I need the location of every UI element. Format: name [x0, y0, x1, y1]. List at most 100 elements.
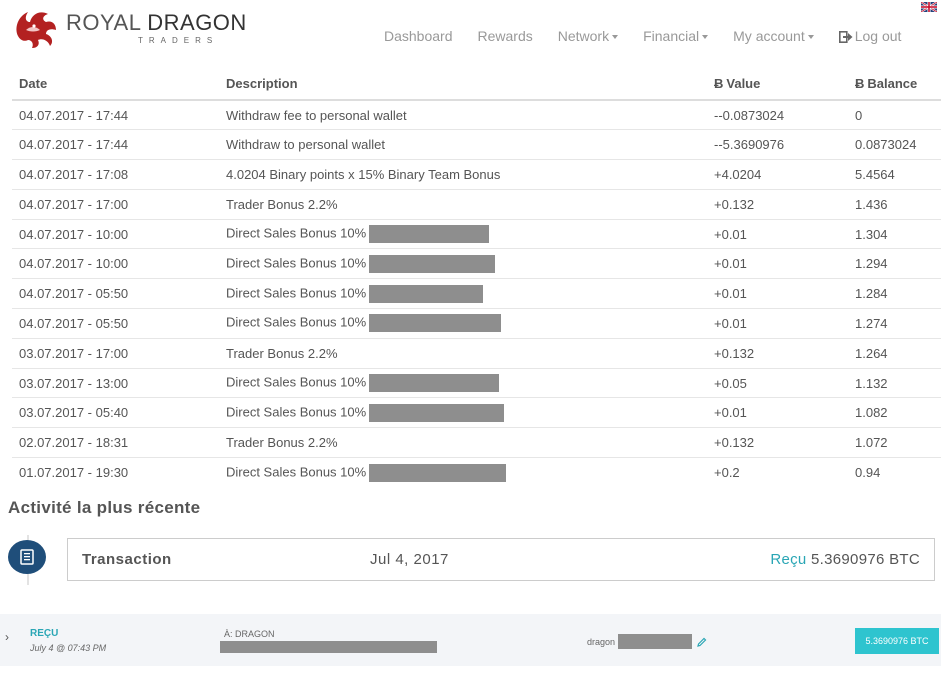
cell-description: Direct Sales Bonus 10% — [219, 457, 707, 488]
brand-logo[interactable]: ROYAL DRAGON TRADERS — [12, 6, 247, 50]
transaction-date: Jul 4, 2017 — [370, 551, 449, 568]
nav-rewards[interactable]: Rewards — [478, 28, 533, 44]
cell-value: --0.0873024 — [707, 99, 848, 130]
col-balance-header[interactable]: Ƀ Balance — [848, 68, 941, 101]
cell-value: +0.01 — [707, 278, 848, 309]
cell-balance: 0.0873024 — [848, 129, 941, 160]
detail-status: REÇU — [30, 628, 59, 639]
cell-description: Direct Sales Bonus 10% — [219, 278, 707, 309]
cell-description: Trader Bonus 2.2% — [219, 188, 707, 220]
brand-tagline: TRADERS — [138, 35, 219, 45]
caret-down-icon — [807, 35, 814, 40]
cell-balance: 0.94 — [848, 457, 941, 488]
cell-date: 04.07.2017 - 17:08 — [12, 159, 219, 190]
cell-balance: 1.082 — [848, 397, 941, 428]
nav-network[interactable]: Network — [558, 28, 619, 44]
cell-date: 04.07.2017 - 05:50 — [12, 308, 219, 339]
nav-logout[interactable]: Log out — [838, 28, 901, 44]
cell-description: Direct Sales Bonus 10% — [219, 218, 707, 249]
cell-description: Direct Sales Bonus 10% — [219, 397, 707, 428]
redacted-username — [369, 374, 500, 393]
col-value-header[interactable]: Ƀ Value — [707, 68, 848, 101]
table-body: 04.07.2017 - 17:44 Withdraw fee to person… — [12, 99, 941, 488]
caret-down-icon — [702, 35, 709, 40]
cell-description: Direct Sales Bonus 10% — [219, 248, 707, 279]
cell-date: 04.07.2017 - 17:44 — [12, 129, 219, 160]
table-row[interactable]: 04.07.2017 - 17:44 Withdraw fee to person… — [12, 99, 941, 130]
redacted-name — [618, 634, 693, 649]
cell-date: 04.07.2017 - 17:44 — [12, 99, 219, 130]
cell-date: 01.07.2017 - 19:30 — [12, 457, 219, 488]
uk-flag-icon[interactable] — [921, 2, 937, 12]
main-nav: Dashboard Rewards Network Financial My a… — [384, 28, 926, 44]
table-row[interactable]: 04.07.2017 - 05:50 Direct Sales Bonus 10%… — [12, 308, 941, 339]
table-row[interactable]: 03.07.2017 - 13:00 Direct Sales Bonus 10%… — [12, 367, 941, 398]
cell-value: +0.132 — [707, 188, 848, 220]
transactions-table: Date Description Ƀ Value Ƀ Balance 04.07.2… — [12, 68, 941, 488]
cell-balance: 0 — [848, 99, 941, 130]
cell-date: 03.07.2017 - 17:00 — [12, 337, 219, 369]
cell-balance: 1.436 — [848, 188, 941, 220]
cell-date: 02.07.2017 - 18:31 — [12, 427, 219, 458]
top-header: ROYAL DRAGON TRADERS Dashboard Rewards N… — [0, 0, 941, 70]
cell-balance: 1.294 — [848, 248, 941, 279]
table-row[interactable]: 04.07.2017 - 17:00 Trader Bonus 2.2% +0.13… — [12, 188, 941, 220]
cell-value: +0.01 — [707, 218, 848, 249]
cell-balance: 1.132 — [848, 367, 941, 398]
logout-icon — [838, 31, 853, 44]
brand-name: ROYAL DRAGON — [66, 9, 247, 35]
table-row[interactable]: 01.07.2017 - 19:30 Direct Sales Bonus 10%… — [12, 457, 941, 488]
cell-description: Direct Sales Bonus 10% — [219, 367, 707, 398]
page: ROYAL DRAGON TRADERS Dashboard Rewards N… — [0, 0, 941, 679]
col-description-header[interactable]: Description — [219, 68, 707, 101]
redacted-username — [369, 284, 484, 303]
cell-date: 04.07.2017 - 10:00 — [12, 248, 219, 279]
nav-financial[interactable]: Financial — [643, 28, 709, 44]
detail-datetime: July 4 @ 07:43 PM — [30, 643, 107, 653]
pencil-icon[interactable] — [697, 637, 707, 647]
table-row[interactable]: 04.07.2017 - 05:50 Direct Sales Bonus 10%… — [12, 278, 941, 309]
table-row[interactable]: 04.07.2017 - 17:08 4.0204 Binary points x… — [12, 159, 941, 190]
table-row[interactable]: 03.07.2017 - 05:40 Direct Sales Bonus 10%… — [12, 397, 941, 428]
redacted-address — [220, 641, 437, 653]
nav-dashboard[interactable]: Dashboard — [384, 28, 453, 44]
transaction-detail-row[interactable]: › REÇU July 4 @ 07:43 PM À: DRAGON drago… — [0, 614, 941, 666]
bitcoin-icon: Ƀ — [855, 76, 865, 91]
cell-description: Withdraw fee to personal wallet — [219, 99, 707, 130]
redacted-username — [369, 254, 496, 273]
cell-value: +0.01 — [707, 397, 848, 428]
table-row[interactable]: 03.07.2017 - 17:00 Trader Bonus 2.2% +0.13… — [12, 337, 941, 369]
table-row[interactable]: 02.07.2017 - 18:31 Trader Bonus 2.2% +0.13… — [12, 427, 941, 458]
cell-description: Withdraw to personal wallet — [219, 129, 707, 160]
cell-date: 03.07.2017 - 05:40 — [12, 397, 219, 428]
chevron-right-icon[interactable]: › — [5, 630, 9, 644]
timeline-dot — [8, 540, 46, 574]
table-row[interactable]: 04.07.2017 - 10:00 Direct Sales Bonus 10%… — [12, 248, 941, 279]
cell-value: --5.3690976 — [707, 129, 848, 160]
redacted-username — [369, 225, 490, 244]
detail-recipient-label: À: DRAGON — [224, 629, 275, 639]
cell-value: +0.01 — [707, 308, 848, 339]
cell-value: +4.0204 — [707, 159, 848, 190]
recent-transaction-card[interactable]: Transaction Jul 4, 2017 Reçu 5.3690976 B… — [67, 538, 935, 581]
cell-value: +0.01 — [707, 248, 848, 279]
recent-activity-title: Activité la plus récente — [8, 498, 201, 517]
cell-description: 4.0204 Binary points x 15% Binary Team B… — [219, 159, 707, 190]
cell-value: +0.132 — [707, 427, 848, 458]
table-header-row: Date Description Ƀ Value Ƀ Balance — [12, 68, 941, 101]
amount-button[interactable]: 5.3690976 BTC — [855, 628, 939, 654]
cell-balance: 5.4564 — [848, 159, 941, 190]
caret-down-icon — [612, 35, 619, 40]
cell-date: 04.07.2017 - 05:50 — [12, 278, 219, 309]
cell-balance: 1.304 — [848, 218, 941, 249]
cell-date: 04.07.2017 - 17:00 — [12, 188, 219, 220]
table-row[interactable]: 04.07.2017 - 10:00 Direct Sales Bonus 10%… — [12, 218, 941, 249]
col-date-header[interactable]: Date — [12, 68, 219, 101]
table-row[interactable]: 04.07.2017 - 17:44 Withdraw to personal w… — [12, 129, 941, 160]
detail-name: dragon — [587, 634, 707, 649]
cell-value: +0.2 — [707, 457, 848, 488]
nav-my-account[interactable]: My account — [733, 28, 814, 44]
transaction-amount: Reçu 5.3690976 BTC — [770, 551, 920, 568]
bitcoin-icon: Ƀ — [714, 76, 724, 91]
cell-description: Direct Sales Bonus 10% — [219, 308, 707, 339]
